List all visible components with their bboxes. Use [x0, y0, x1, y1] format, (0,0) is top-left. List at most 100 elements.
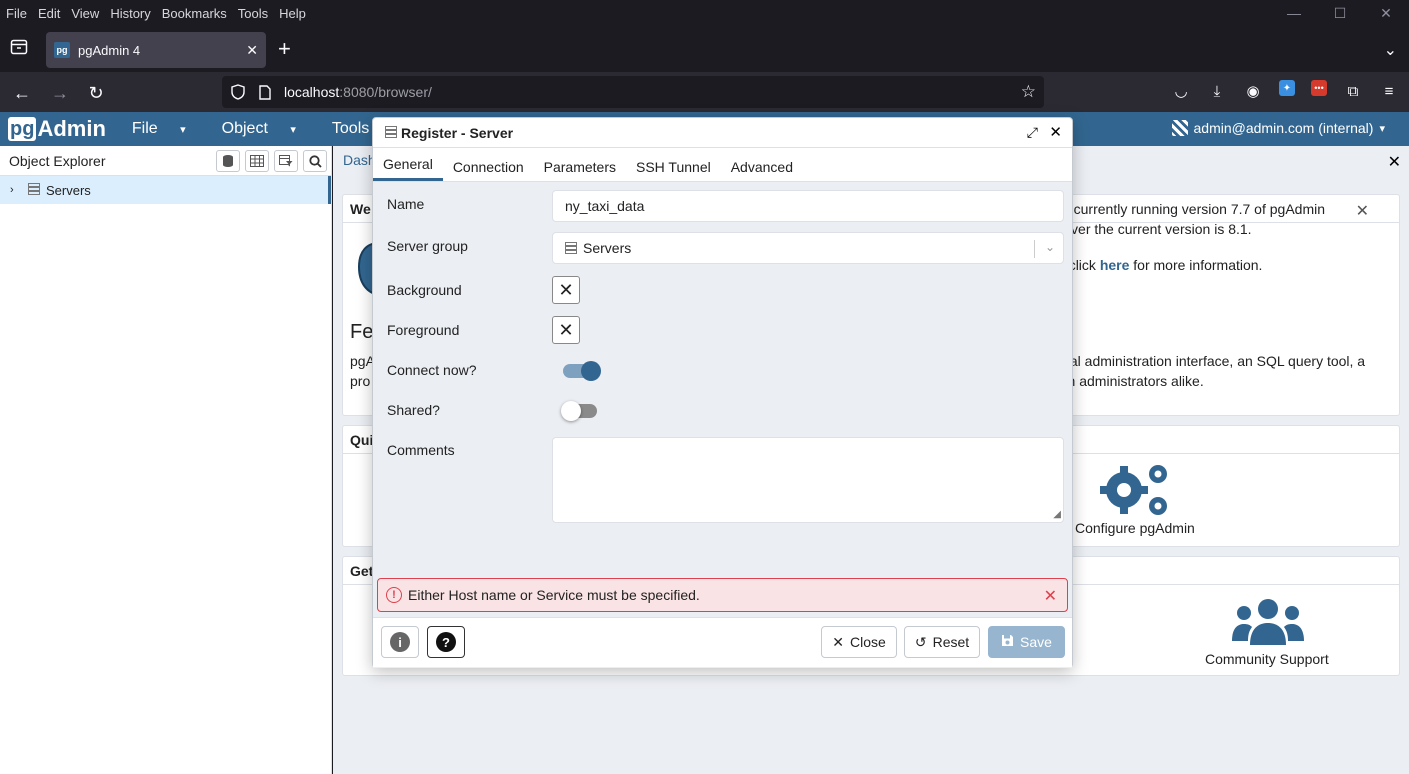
pocket-icon[interactable]: ◡	[1171, 80, 1191, 102]
tab-dashboard[interactable]: Dash	[343, 152, 376, 168]
server-group-select[interactable]: Servers ⌄	[552, 232, 1064, 264]
reset-button[interactable]: ↺ Reset	[904, 626, 980, 658]
tab-general[interactable]: General	[373, 156, 443, 181]
info-button[interactable]: i	[381, 626, 419, 658]
search-icon[interactable]	[303, 150, 327, 172]
new-tab-icon[interactable]: +	[278, 38, 291, 60]
community-support-link[interactable]: Community Support	[1205, 651, 1329, 667]
tab-connection[interactable]: Connection	[443, 159, 534, 181]
servers-icon	[28, 182, 40, 198]
close-icon[interactable]: ✕	[1388, 152, 1401, 172]
toggle-knob	[581, 361, 601, 381]
filter-table-icon[interactable]	[274, 150, 298, 172]
pg-menu-object[interactable]: Object ▾	[222, 120, 314, 138]
window-close-icon[interactable]: ✕	[1363, 0, 1409, 26]
extension-blue-icon[interactable]: ✦	[1279, 80, 1295, 96]
menu-tools[interactable]: Tools	[232, 6, 273, 21]
extensions-puzzle-icon[interactable]: ⧉	[1343, 80, 1363, 102]
chevron-down-icon: ▾	[180, 124, 186, 136]
maximize-icon[interactable]: ☐	[1317, 0, 1363, 26]
help-button[interactable]: ?	[427, 626, 465, 658]
register-server-dialog: Register - Server ⤢ ✕ General Connection…	[372, 117, 1073, 668]
database-icon[interactable]	[216, 150, 240, 172]
minimize-icon[interactable]: —	[1271, 0, 1317, 26]
background-color-picker[interactable]: ✕	[552, 276, 580, 304]
dialog-close-icon[interactable]: ✕	[1049, 123, 1062, 141]
close-button-label: Close	[849, 634, 886, 650]
connect-now-toggle[interactable]	[563, 361, 601, 381]
reload-icon[interactable]: ↻	[84, 81, 108, 105]
name-input[interactable]: ny_taxi_data	[552, 190, 1064, 222]
dialog-tabs: General Connection Parameters SSH Tunnel…	[373, 148, 1072, 182]
tab-advanced[interactable]: Advanced	[721, 159, 803, 181]
notice-close-icon[interactable]: ✕	[1356, 201, 1369, 221]
logo-admin: Admin	[37, 116, 106, 141]
save-button-label: Save	[1020, 634, 1052, 650]
tab-parameters[interactable]: Parameters	[534, 159, 626, 181]
menu-edit[interactable]: Edit	[32, 6, 65, 21]
dialog-footer: i ? ✕ Close ↺ Reset Save	[373, 617, 1072, 667]
pg-menu-object-label: Object	[221, 120, 268, 137]
browser-tab[interactable]: pg pgAdmin 4 ✕	[46, 32, 266, 68]
page-icon[interactable]	[258, 84, 272, 100]
error-close-icon[interactable]: ✕	[1044, 586, 1057, 606]
app-menu-icon[interactable]: ≡	[1379, 80, 1399, 102]
feature-text-right-2: tem administrators alike.	[1052, 373, 1204, 389]
community-icon[interactable]	[1232, 597, 1304, 645]
connect-now-label: Connect now?	[387, 362, 477, 378]
table-view-icon[interactable]	[245, 150, 269, 172]
help-question-icon: ?	[436, 632, 456, 652]
tree-item-servers[interactable]: › Servers	[0, 176, 331, 204]
pg-menu-file[interactable]: File ▾	[132, 120, 204, 138]
user-menu[interactable]: admin@admin.com (internal) ▾	[1171, 120, 1385, 136]
logo-pg: pg	[8, 117, 37, 141]
close-x-icon: ✕	[832, 633, 844, 650]
browser-menubar: File Edit View History Bookmarks Tools H…	[0, 0, 1409, 26]
account-icon[interactable]: ◉	[1243, 80, 1263, 102]
expand-icon[interactable]: ⤢	[1027, 124, 1038, 141]
menu-view[interactable]: View	[65, 6, 104, 21]
shared-toggle[interactable]	[561, 401, 597, 421]
chevron-down-icon[interactable]: ⌄	[1384, 40, 1397, 60]
clear-x-icon: ✕	[558, 319, 574, 340]
error-message: Either Host name or Service must be spec…	[408, 587, 700, 603]
error-message-bar: ! Either Host name or Service must be sp…	[377, 578, 1068, 612]
gears-icon[interactable]	[1100, 464, 1174, 520]
toggle-knob	[561, 401, 581, 421]
user-name: admin@admin.com (internal)	[1193, 120, 1374, 136]
url-bar[interactable]: localhost:8080/browser/ ☆	[222, 76, 1044, 108]
back-icon[interactable]: ←	[10, 81, 34, 105]
download-icon[interactable]: ⤓	[1207, 80, 1227, 102]
reset-icon: ↺	[914, 633, 927, 650]
foreground-color-picker[interactable]: ✕	[552, 316, 580, 344]
name-label: Name	[387, 196, 425, 212]
tab-close-icon[interactable]: ✕	[246, 42, 258, 59]
configure-pgadmin-link[interactable]: Configure pgAdmin	[1075, 520, 1195, 536]
select-separator	[1034, 240, 1035, 258]
resize-grip-icon[interactable]: ◢	[1053, 509, 1061, 520]
menu-history[interactable]: History	[104, 6, 155, 21]
shield-icon[interactable]	[230, 84, 246, 100]
dialog-title-bar[interactable]: Register - Server	[373, 118, 1072, 148]
nav-bar: ← → ↻ localhost:8080/browser/ ☆ ◡ ⤓ ◉ ✦ …	[0, 72, 1409, 112]
tab-list-icon[interactable]	[8, 36, 30, 58]
tab-ssh-tunnel[interactable]: SSH Tunnel	[626, 159, 721, 181]
chevron-down-icon[interactable]: ⌄	[1045, 240, 1055, 254]
close-button[interactable]: ✕ Close	[821, 626, 897, 658]
info-icon: i	[390, 632, 410, 652]
menu-file[interactable]: File	[0, 6, 32, 21]
clear-x-icon: ✕	[558, 279, 574, 300]
extension-red-icon[interactable]: •••	[1311, 80, 1327, 96]
save-button[interactable]: Save	[988, 626, 1065, 658]
comments-textarea[interactable]: ◢	[552, 437, 1064, 523]
pgadmin-logo: pg Admin	[8, 116, 106, 142]
forward-icon[interactable]: →	[48, 81, 72, 105]
shared-label: Shared?	[387, 402, 440, 418]
menu-help[interactable]: Help	[273, 6, 311, 21]
feature-text-left-2: pro	[350, 373, 371, 389]
foreground-label: Foreground	[387, 322, 460, 338]
bookmark-star-icon[interactable]: ☆	[1021, 82, 1036, 102]
chevron-right-icon[interactable]: ›	[10, 184, 22, 196]
menu-bookmarks[interactable]: Bookmarks	[156, 6, 232, 21]
update-here-link[interactable]: here	[1100, 257, 1130, 273]
